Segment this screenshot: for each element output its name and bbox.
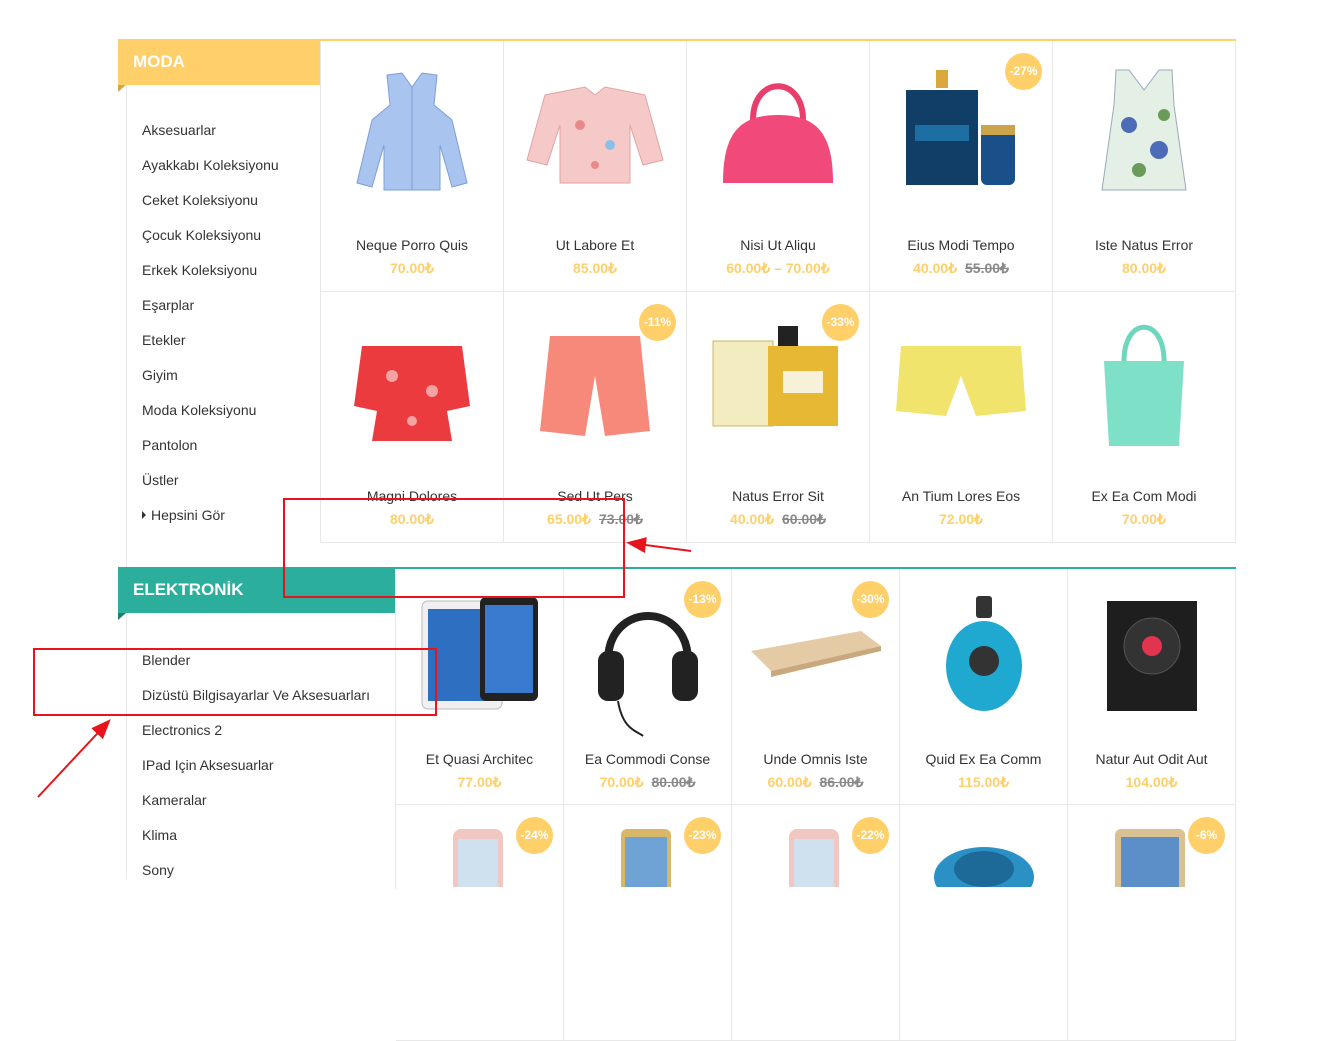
annotation-arrow-left xyxy=(37,719,111,798)
annotation-arrows xyxy=(37,537,692,798)
annotation-arrow-right xyxy=(626,537,692,554)
